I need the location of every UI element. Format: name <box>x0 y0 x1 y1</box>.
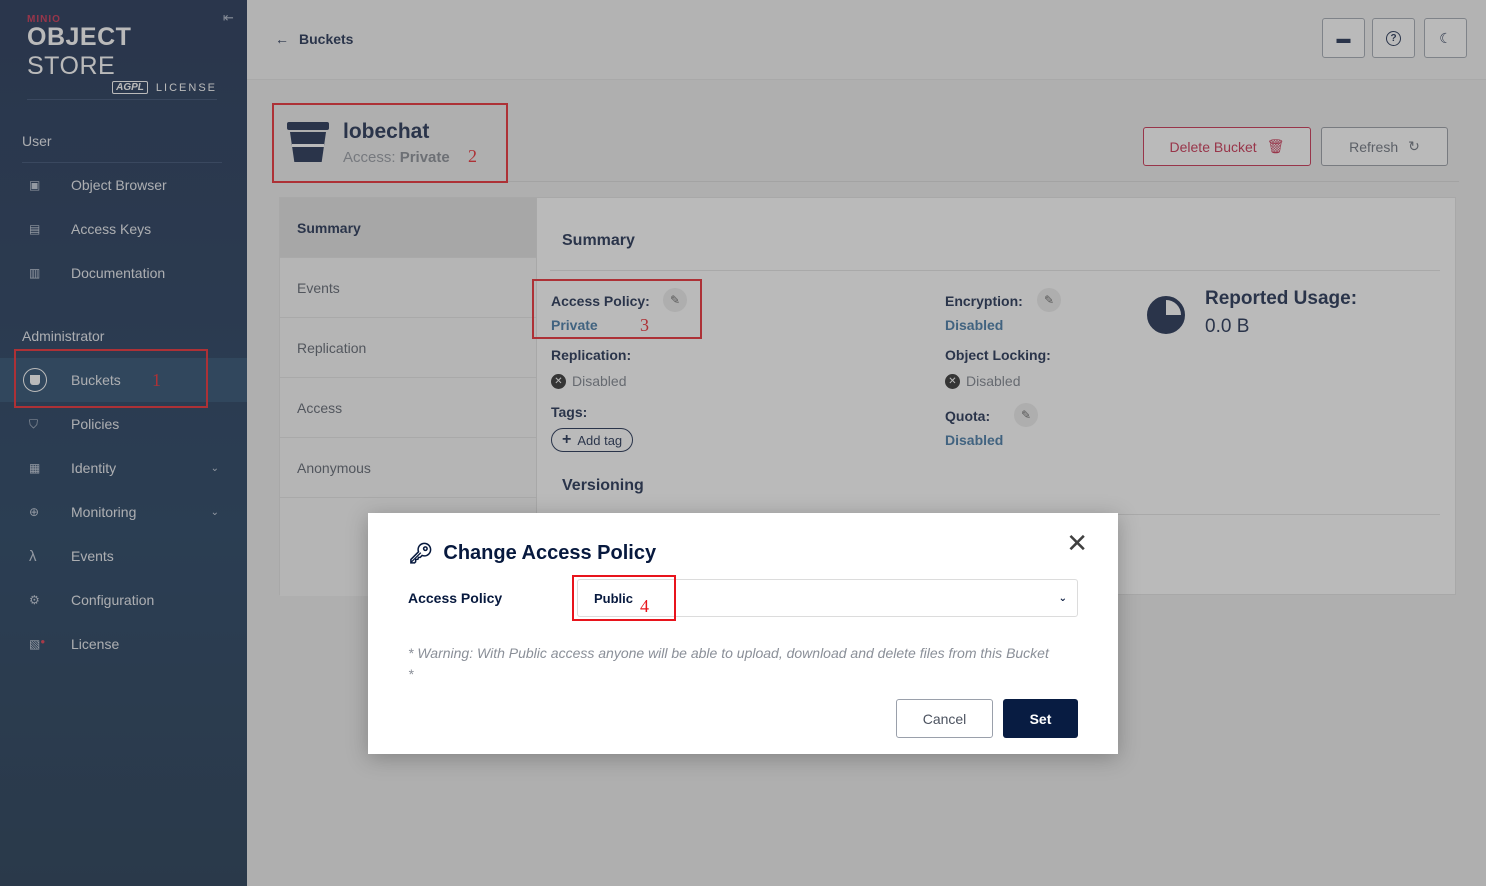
dialog-title: 🔑︎ Change Access Policy <box>408 542 657 565</box>
set-button[interactable]: Set <box>1003 699 1078 738</box>
change-access-policy-dialog: 🔑︎ Change Access Policy ✕ Access Policy … <box>368 513 1118 754</box>
close-icon[interactable]: ✕ <box>1066 528 1088 559</box>
access-policy-field-label: Access Policy <box>408 590 503 606</box>
annotation-box <box>572 575 676 621</box>
annotation-number: 4 <box>640 596 649 616</box>
key-icon: 🔑︎ <box>408 543 434 565</box>
chevron-down-icon: ⌄ <box>1058 592 1067 604</box>
public-access-warning: * Warning: With Public access anyone wil… <box>408 645 1049 682</box>
cancel-button[interactable]: Cancel <box>896 699 993 738</box>
